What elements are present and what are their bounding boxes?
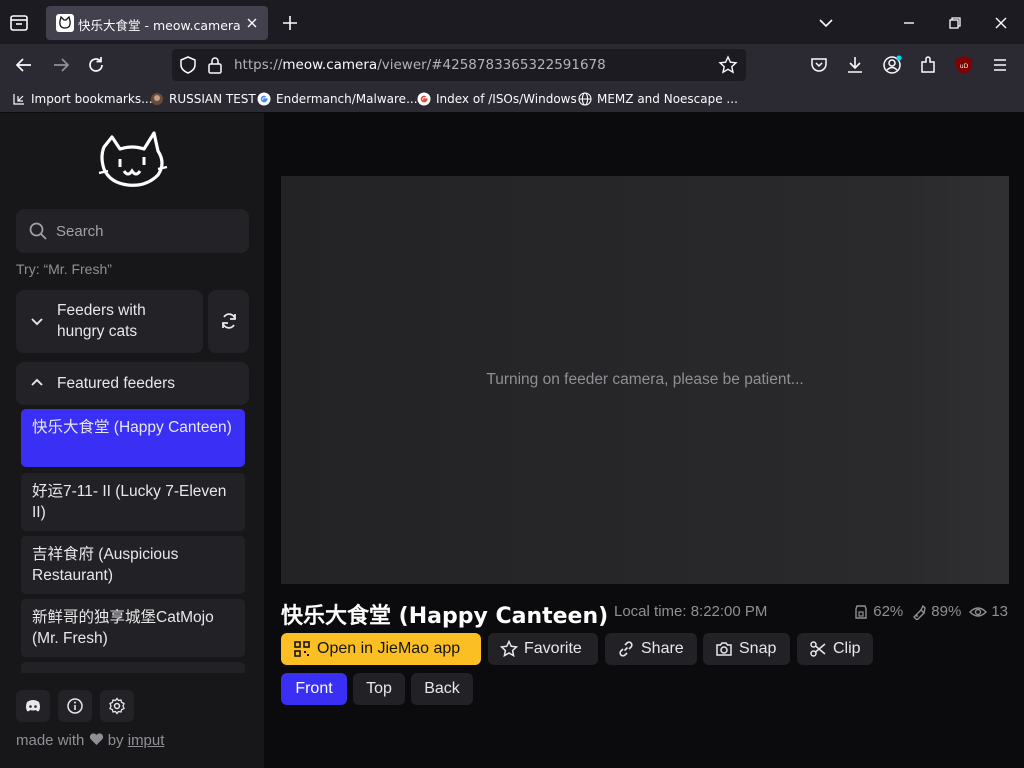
cat-favicon-icon — [56, 14, 74, 32]
feeder-item-mr-fresh[interactable]: 新鲜哥的独享城堡CatMojo (Mr. Fresh) — [21, 599, 245, 657]
account-icon[interactable] — [881, 54, 903, 76]
extensions-icon[interactable] — [917, 54, 939, 76]
camera-icon — [716, 642, 732, 656]
info-icon — [67, 698, 83, 714]
share-button[interactable]: Share — [605, 633, 697, 665]
cat-logo-icon[interactable] — [98, 129, 168, 193]
qr-code-icon — [294, 641, 310, 657]
food-container-icon — [855, 604, 867, 619]
ublock-origin-icon[interactable]: uD — [953, 54, 975, 76]
cat-food-bowl-icon — [913, 604, 927, 620]
reload-icon[interactable] — [85, 54, 107, 76]
viewers-stat: 13 — [969, 603, 1008, 620]
new-tab-icon[interactable] — [280, 13, 300, 33]
sidebar: Try: “Mr. Fresh” Feeders with hungry cat… — [0, 113, 264, 768]
bookmark-russian-test[interactable]: RUSSIAN TEST — [150, 90, 256, 108]
discord-button[interactable] — [16, 690, 50, 722]
svg-text:uD: uD — [960, 63, 969, 70]
discord-icon — [26, 700, 40, 712]
search-hint: Try: “Mr. Fresh” — [16, 261, 112, 277]
feeder-item-lucky-7-eleven[interactable]: 好运7-11- II (Lucky 7-Eleven II) — [21, 473, 245, 531]
camera-back-button[interactable]: Back — [411, 673, 473, 705]
clip-button[interactable]: Clip — [797, 633, 873, 665]
camera-status-message: Turning on feeder camera, please be pati… — [486, 371, 804, 388]
feeder-stats: 62% 89% 13 — [845, 603, 1008, 620]
camera-video[interactable]: Turning on feeder camera, please be pati… — [281, 176, 1009, 584]
download-icon[interactable] — [844, 54, 866, 76]
feeder-item-happy-canteen[interactable]: 快乐大食堂 (Happy Canteen) — [21, 409, 245, 467]
feeder-item-auspicious-restaurant[interactable]: 吉祥食府 (Auspicious Restaurant) — [21, 536, 245, 594]
bookmark-star-icon[interactable] — [718, 55, 738, 79]
back-arrow-icon[interactable] — [13, 54, 35, 76]
tab-bar: 快乐大食堂 - meow.camera — [0, 0, 1024, 44]
featured-label: Featured feeders — [57, 375, 176, 392]
feeder-item-partial[interactable]: … — [21, 662, 245, 673]
restore-icon[interactable] — [944, 12, 966, 34]
feeder-name: 新鲜哥的独享城堡CatMojo (Mr. Fresh) — [32, 609, 214, 647]
hungry-cats-section-toggle[interactable]: Feeders with hungry cats — [16, 290, 203, 353]
chevron-down-icon — [28, 312, 46, 330]
browser-tab[interactable]: 快乐大食堂 - meow.camera — [46, 6, 268, 40]
tab-list-icon[interactable] — [8, 12, 30, 34]
viewer-main: Turning on feeder camera, please be pati… — [264, 113, 1024, 768]
camera-front-button[interactable]: Front — [281, 673, 347, 705]
star-icon — [500, 640, 518, 658]
made-with-footer: made with by imput — [16, 732, 165, 749]
tab-title: 快乐大食堂 - meow.camera — [78, 18, 241, 33]
refresh-icon — [222, 313, 236, 329]
hungry-cats-label: Feeders with hungry cats — [57, 302, 146, 340]
page-content: Try: “Mr. Fresh” Feeders with hungry cat… — [0, 113, 1024, 768]
chevron-down-icon[interactable] — [815, 12, 837, 34]
google-icon — [257, 92, 271, 106]
lock-icon[interactable] — [205, 55, 225, 79]
eye-icon — [969, 606, 988, 617]
gear-icon — [109, 697, 125, 715]
search-icon — [28, 221, 48, 241]
bookmarks-toolbar: Import bookmarks... RUSSIAN TEST Enderma… — [0, 86, 1024, 113]
close-window-icon[interactable] — [990, 12, 1012, 34]
chevron-up-icon — [28, 374, 46, 392]
feeder-list: 快乐大食堂 (Happy Canteen) 好运7-11- II (Lucky … — [16, 407, 249, 673]
bookmark-import[interactable]: Import bookmarks... — [12, 90, 153, 108]
food-stat: 62% — [853, 603, 903, 620]
link-icon — [619, 641, 633, 657]
hamburger-menu-icon[interactable] — [989, 54, 1011, 76]
shield-icon[interactable] — [178, 55, 198, 79]
feeder-title: 快乐大食堂 (Happy Canteen) — [281, 604, 609, 629]
camera-top-button[interactable]: Top — [353, 673, 405, 705]
battery-stat: 89% — [911, 603, 961, 620]
featured-section-toggle[interactable]: Featured feeders — [16, 362, 249, 405]
open-in-app-button[interactable]: Open in JieMao app — [281, 633, 481, 665]
bookmark-endermanch[interactable]: Endermanch/Malware... — [257, 90, 418, 108]
heart-icon — [89, 733, 103, 745]
feeder-name: 快乐大食堂 (Happy Canteen) — [32, 419, 232, 436]
navigation-bar: https://meow.camera/viewer/#425878336532… — [0, 44, 1024, 86]
feeder-name: 吉祥食府 (Auspicious Restaurant) — [32, 546, 179, 584]
minimize-icon[interactable] — [898, 12, 920, 34]
close-tab-icon[interactable] — [244, 15, 260, 31]
google-icon — [417, 92, 431, 106]
feeder-name: … — [32, 670, 237, 673]
scissors-icon — [810, 641, 826, 657]
forward-arrow-icon[interactable] — [50, 54, 72, 76]
site-favicon-icon — [150, 92, 164, 106]
refresh-button[interactable] — [208, 290, 249, 353]
author-link[interactable]: imput — [128, 732, 165, 749]
address-bar[interactable]: https://meow.camera/viewer/#425878336532… — [172, 49, 746, 81]
globe-icon — [578, 92, 592, 106]
bookmark-isos[interactable]: Index of /ISOs/Windows — [417, 90, 577, 108]
search-box[interactable] — [16, 209, 249, 253]
bookmark-memz[interactable]: MEMZ and Noescape ... — [578, 90, 738, 108]
snap-button[interactable]: Snap — [703, 633, 790, 665]
feeder-name: 好运7-11- II (Lucky 7-Eleven II) — [32, 483, 227, 521]
search-input[interactable] — [56, 209, 241, 253]
favorite-button[interactable]: Favorite — [488, 633, 598, 665]
local-time: Local time: 8:22:00 PM — [614, 603, 768, 620]
settings-button[interactable] — [100, 690, 134, 722]
info-button[interactable] — [58, 690, 92, 722]
url-text: https://meow.camera/viewer/#425878336532… — [234, 57, 606, 73]
import-icon — [12, 92, 26, 106]
pocket-icon[interactable] — [808, 54, 830, 76]
